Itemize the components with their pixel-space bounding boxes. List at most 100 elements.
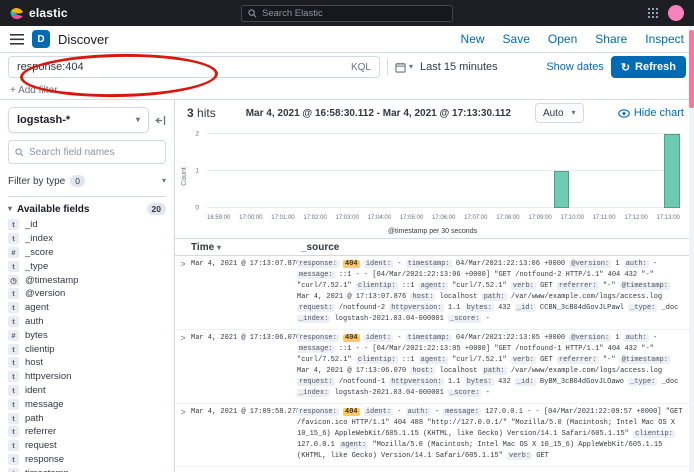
discover-app-icon[interactable]: D [32,30,50,48]
source-value: GET [540,282,553,290]
field-item-@version[interactable]: t@version [8,287,166,301]
field-item-_id[interactable]: t_id [8,218,166,232]
x-axis-tick: 17:05:00 [400,215,423,221]
field-item-host[interactable]: thost [8,356,166,370]
menu-icon[interactable] [10,34,24,45]
doc-time: Mar 4, 2021 @ 17:13:06.070 [191,333,297,399]
field-item-path[interactable]: tpath [8,411,166,425]
source-field-name: agent: [419,356,448,364]
scrollbar-thumb[interactable] [689,30,694,108]
field-type-icon: t [8,413,19,424]
field-search-input[interactable]: Search field names [8,140,166,164]
source-field-name: verb: [511,282,536,290]
index-pattern-select[interactable]: logstash-* ▾ [8,107,149,133]
histogram-bar-17:13:00[interactable] [664,134,680,208]
field-type-icon: t [8,440,19,451]
query-language-badge[interactable]: KQL [351,62,371,73]
source-field-name: ident: [364,334,393,342]
field-item-_score[interactable]: #_score [8,246,166,260]
table-row: >Mar 4, 2021 @ 17:09:58.278response: 404… [175,404,694,467]
hide-chart-link[interactable]: Hide chart [618,107,684,119]
field-item-bytes[interactable]: #bytes [8,328,166,342]
hits-label: hits [197,106,216,120]
histogram-chart: Count 012 16:59:0017:00:0017:01:0017:02:… [177,126,688,238]
scrollbar[interactable] [689,26,694,472]
show-dates-link[interactable]: Show dates [546,61,603,73]
field-name: _index [25,233,53,244]
source-value: "curl/7.52.1" [452,282,507,290]
field-type-icon: t [8,219,19,230]
global-search-placeholder: Search Elastic [262,8,323,19]
x-axis-label: @timestamp per 30 seconds [177,228,688,235]
field-item-referrer[interactable]: t referrer [8,425,166,439]
collapse-sidebar-icon[interactable] [155,115,166,126]
add-filter-link[interactable]: + Add filter [10,85,58,96]
header-action-new[interactable]: New [461,32,485,46]
eye-icon [618,109,630,118]
chart-plot-area[interactable] [207,134,680,208]
field-name: message [25,399,64,410]
field-item-auth[interactable]: tauth [8,315,166,329]
field-item-message[interactable]: tmessage [8,397,166,411]
source-field-name: httpversion: [389,378,443,386]
time-range-label[interactable]: Last 15 minutes [420,61,498,73]
header-action-share[interactable]: Share [595,32,627,46]
source-field-name: response: [297,334,339,342]
date-picker-button[interactable]: ▾ [395,62,413,73]
user-avatar[interactable] [668,5,684,21]
discover-main: 3 hits Mar 4, 2021 @ 16:58:30.112 - Mar … [175,100,694,472]
source-field-name: request: [297,378,335,386]
interval-value: Auto [543,108,564,119]
filter-by-type-button[interactable]: Filter by type 0 ▾ [8,170,166,192]
field-item-ident[interactable]: tident [8,384,166,398]
chevron-down-icon: ▾ [572,109,576,117]
field-item-agent[interactable]: tagent [8,301,166,315]
source-field-name: path: [482,293,507,301]
field-type-icon: ◷ [8,275,19,286]
source-value: Mar 4, 2021 @ 17:13:06.070 [297,367,406,375]
expand-doc-button[interactable]: > [175,407,191,462]
field-name: timestamp [25,468,69,472]
header-action-save[interactable]: Save [503,32,530,46]
histogram-bar-17:09:30[interactable] [554,171,570,208]
page-title: Discover [58,32,109,47]
source-column-header: _source [301,242,339,253]
field-name: response [25,454,64,465]
query-input[interactable]: response:404 KQL [8,56,380,78]
app-nav-bar: D Discover New Save Open Share Inspect [0,26,694,53]
field-item-_index[interactable]: t_index [8,232,166,246]
doc-time: Mar 4, 2021 @ 17:09:58.278 [191,407,297,462]
available-fields-header[interactable]: ▾ Available fields 20 [8,196,166,215]
field-name: clientip [25,344,55,355]
header-action-inspect[interactable]: Inspect [645,32,684,46]
expand-doc-button[interactable]: > [175,259,191,325]
field-item-timestamp[interactable]: ttimestamp [8,466,166,472]
source-value: ByBM_3cB04dGovJLOawo [540,378,624,386]
source-value: _doc [662,304,679,312]
field-item-@timestamp[interactable]: ◷@timestamp [8,273,166,287]
field-item-clientip[interactable]: tclientip [8,342,166,356]
elastic-logo[interactable]: elastic [10,6,68,20]
field-type-icon: t [8,426,19,437]
source-field-name: message: [443,408,481,416]
field-item-httpversion[interactable]: thttpversion [8,370,166,384]
global-search-input[interactable]: Search Elastic [241,5,453,22]
field-name: referrer [25,426,56,437]
time-column-header[interactable]: Time ▾ [191,242,297,253]
source-value: 127.0.0.1 [297,441,335,449]
source-field-name: response: [297,260,339,268]
interval-select[interactable]: Auto ▾ [535,103,584,123]
header-action-open[interactable]: Open [548,32,577,46]
field-item-request[interactable]: trequest [8,439,166,453]
source-value: - [653,334,657,342]
field-name: agent [25,302,49,313]
field-item-response[interactable]: tresponse [8,453,166,467]
refresh-label: Refresh [635,61,676,73]
expand-doc-button[interactable]: > [175,333,191,399]
source-value: - [486,315,490,323]
source-field-name: auth: [406,408,431,416]
apps-grid-icon[interactable] [648,8,658,18]
field-item-_type[interactable]: t_type [8,259,166,273]
x-axis-tick: 17:01:00 [271,215,294,221]
refresh-button[interactable]: ↻ Refresh [611,56,686,78]
